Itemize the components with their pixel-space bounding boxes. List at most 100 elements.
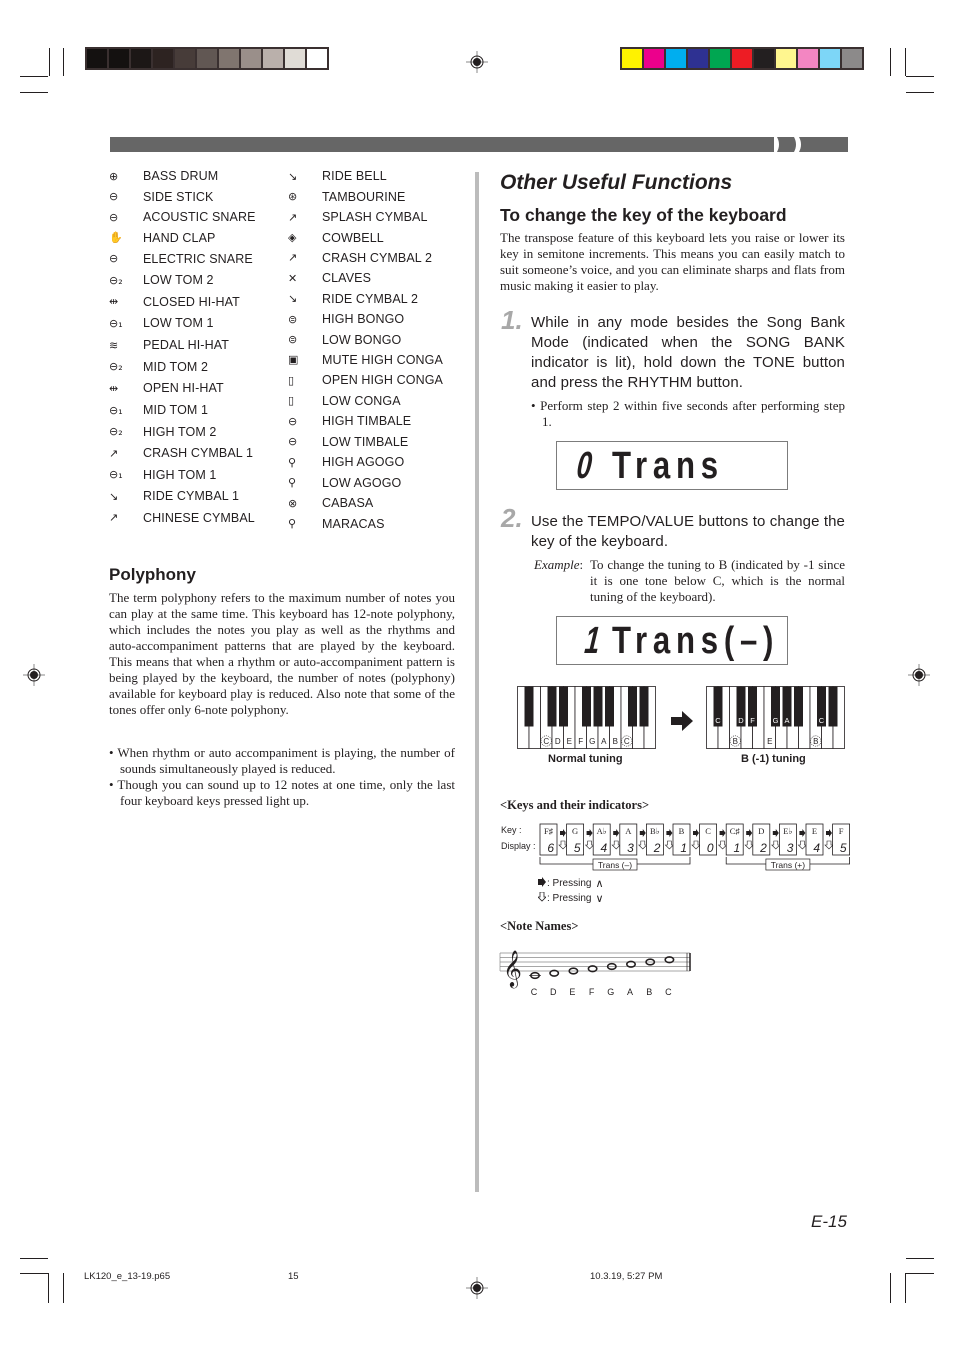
up-arrow-icon — [586, 829, 593, 837]
up-arrow-icon — [693, 829, 699, 837]
color-swatch — [754, 49, 774, 68]
claves-icon: ✕ — [288, 271, 298, 285]
up-arrow-icon — [613, 829, 620, 837]
high-tom-1-icon: ⊖₁ — [109, 468, 123, 482]
gray-swatch — [285, 49, 305, 68]
drum-list-item: ↗ SPLASH CYMBAL — [288, 207, 443, 227]
drum-list-item: ↗ CRASH CYMBAL 2 — [288, 248, 443, 268]
electric-snare-icon: ⊖ — [109, 252, 119, 265]
drum-label: OPEN HIGH CONGA — [322, 373, 443, 388]
crash-cymbal-1-icon: ↗ — [109, 446, 119, 460]
low-tom-1-icon: ⊖₁ — [109, 316, 123, 330]
open-high-conga-icon: ▯ — [288, 373, 295, 387]
white-key-label: C — [624, 737, 630, 746]
cabasa-icon: ⊗ — [288, 496, 298, 510]
tambourine-icon: ⊛ — [288, 190, 298, 204]
down-arrow-icon — [611, 840, 621, 850]
drum-list-item: ⊖ ELECTRIC SNARE — [109, 248, 256, 269]
key-name: F — [839, 826, 844, 836]
gray-swatch — [263, 49, 283, 68]
color-swatch — [820, 49, 840, 68]
drum-list-item: ⚲ HIGH AGOGO — [288, 452, 443, 473]
acoustic-snare-icon: ⊖ — [109, 210, 119, 224]
step-1-text: While in any mode besides the Song Bank … — [531, 314, 845, 391]
drum-list-item: ▯ OPEN HIGH CONGA — [288, 370, 443, 391]
drum-label: CRASH CYMBAL 1 — [143, 446, 253, 461]
drum-list-item: ↘ RIDE CYMBAL 1 — [109, 486, 256, 508]
down-arrow-icon — [584, 840, 595, 850]
note-name: F — [589, 987, 595, 997]
gray-swatch — [241, 49, 261, 68]
low-bongo-icon: ⊜ — [288, 333, 298, 347]
drum-list-item: ▣ MUTE HIGH CONGA — [288, 350, 443, 371]
key-name: A♭ — [597, 826, 607, 836]
display-value: 4 — [813, 841, 820, 855]
color-swatch — [798, 49, 818, 68]
page-number: E-15 — [811, 1212, 847, 1231]
drum-label: LOW TOM 2 — [143, 273, 214, 287]
registration-mark-bottom — [466, 1277, 488, 1299]
drum-list-item: ≋ PEDAL HI-HAT — [109, 334, 256, 356]
up-arrow-icon — [826, 829, 832, 837]
display-value: 3 — [787, 841, 794, 855]
ride-cymbal-2-icon: ↘ — [288, 292, 298, 306]
registration-mark-right — [908, 664, 930, 686]
drum-label: HAND CLAP — [143, 230, 216, 245]
step-number-1: 1. — [501, 305, 523, 335]
drum-label: MID TOM 2 — [143, 359, 209, 374]
key-name: B — [679, 826, 685, 836]
white-key-label: G — [589, 737, 595, 746]
display-row-label: Display : — [501, 841, 536, 851]
key-name: G — [572, 826, 578, 836]
example-text: To change the tuning to B (indicated by … — [590, 557, 845, 604]
drum-list-item: ⊕ BASS DRUM — [109, 166, 256, 187]
lcd-digit: 1 — [582, 620, 602, 662]
display-value: 3 — [627, 841, 634, 855]
lcd-text: Trans(–) — [612, 620, 780, 662]
drum-list-item: ⊛ TAMBOURINE — [288, 187, 443, 207]
drum-list-item: ⚲ MARACAS — [288, 514, 443, 535]
drum-list-item: ⊖ LOW TIMBALE — [288, 432, 443, 453]
keyboard-normal-tuning: CDEFGABC — [517, 686, 656, 749]
black-key — [828, 686, 838, 727]
gray-swatch — [153, 49, 173, 68]
drum-list-item: ⊜ HIGH BONGO — [288, 309, 443, 329]
display-value: 5 — [840, 841, 847, 855]
black-key-label: C — [715, 716, 721, 725]
drum-label: CLAVES — [322, 271, 372, 286]
white-key-label: B — [733, 737, 738, 746]
side-stick-icon: ⊖ — [109, 190, 119, 204]
high-bongo-icon: ⊜ — [288, 312, 298, 326]
drum-list-item: ⊖₂ HIGH TOM 2 — [109, 421, 256, 443]
step-number-2: 2. — [501, 503, 523, 533]
treble-clef-icon: 𝄞 — [503, 949, 522, 988]
drum-label: HIGH AGOGO — [322, 455, 405, 470]
polyphony-heading: Polyphony — [109, 565, 196, 584]
polyphony-bullet: • Though you can sound up to 12 notes at… — [109, 777, 455, 808]
low-agogo-icon: ⚲ — [288, 476, 297, 490]
drum-list-item: ⊖₂ LOW TOM 2 — [109, 269, 256, 291]
black-key-label: A — [784, 716, 789, 725]
mid-tom-2-icon: ⊖₂ — [109, 360, 123, 374]
drum-label: RIDE BELL — [322, 169, 387, 184]
up-arrow-icon — [639, 829, 646, 837]
keys-indicators-heading: <Keys and their indicators> — [500, 798, 650, 812]
step-1-bullet: • Perform step 2 within five seconds aft… — [531, 398, 845, 429]
black-key — [524, 686, 534, 727]
black-key — [559, 686, 568, 727]
polyphony-bullets: • When rhythm or auto accompaniment is p… — [109, 745, 455, 809]
lcd-text: Trans — [612, 445, 724, 487]
key-name: A — [625, 826, 632, 836]
section-title: Other Useful Functions — [500, 171, 733, 194]
black-key — [794, 686, 803, 727]
white-key-label: E — [767, 737, 772, 746]
drum-list-item: ▯ LOW CONGA — [288, 391, 443, 412]
drum-list-item: ⚲ LOW AGOGO — [288, 473, 443, 494]
lcd-display-trans-minus: 1 Trans(–) — [556, 616, 788, 665]
up-arrow-icon — [746, 829, 753, 837]
footer-filename: LK120_e_13-19.p65 — [84, 1271, 171, 1282]
color-swatch — [842, 49, 862, 68]
display-value: 6 — [547, 841, 554, 855]
gray-swatch — [109, 49, 129, 68]
bass-drum-icon: ⊕ — [109, 169, 119, 183]
